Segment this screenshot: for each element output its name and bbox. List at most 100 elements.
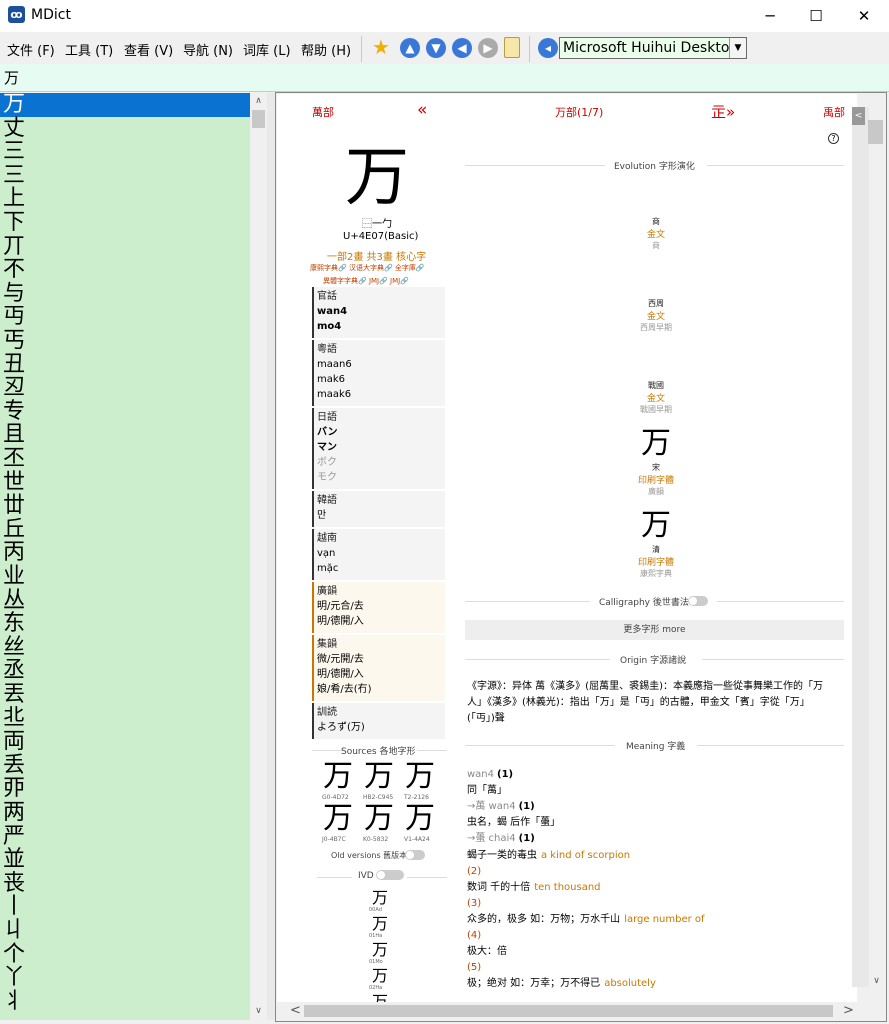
splitter[interactable]: [267, 93, 275, 1020]
source-glyph[interactable]: 万: [405, 762, 435, 792]
ivd-glyph[interactable]: 万: [372, 968, 388, 984]
calligraphy-toggle[interactable]: [688, 596, 708, 606]
word-list-item[interactable]: 丫: [0, 966, 250, 990]
prev-arrow-link[interactable]: «: [417, 100, 427, 120]
source-glyph[interactable]: 万: [323, 804, 353, 834]
word-list-item[interactable]: 丒: [0, 376, 250, 400]
word-list-item[interactable]: 丣: [0, 777, 250, 801]
content-scrollbar[interactable]: [852, 107, 869, 987]
word-list-item[interactable]: 与: [0, 282, 250, 306]
menu-library[interactable]: 词库 (L): [243, 40, 291, 59]
word-list-item[interactable]: 丧: [0, 872, 250, 896]
word-list-item[interactable]: 万: [0, 93, 250, 117]
clipboard-icon[interactable]: [504, 37, 520, 58]
word-list-item[interactable]: 两: [0, 801, 250, 825]
word-list-item[interactable]: 三: [0, 140, 250, 164]
back-icon[interactable]: ◀: [452, 38, 472, 58]
word-list-item[interactable]: 专: [0, 400, 250, 424]
word-list-item[interactable]: 丕: [0, 447, 250, 471]
ivd-glyph[interactable]: 万: [372, 942, 388, 958]
chevron-down-icon[interactable]: ▼: [729, 38, 746, 58]
menu-navigate[interactable]: 导航 (N): [183, 40, 233, 59]
word-list-item[interactable]: 丙: [0, 541, 250, 565]
source-code: T2-2126: [404, 794, 429, 801]
next-arrow-link[interactable]: 㱏»: [711, 101, 735, 122]
source-glyph[interactable]: 万: [323, 762, 353, 792]
forward-icon[interactable]: ▶: [478, 38, 498, 58]
collapse-icon[interactable]: <: [852, 107, 865, 125]
word-list-item[interactable]: 並: [0, 848, 250, 872]
scroll-thumb[interactable]: [252, 110, 265, 128]
content-scroll-thumb[interactable]: [868, 120, 883, 144]
evolution-glyph[interactable]: 万: [626, 428, 686, 462]
menu-help[interactable]: 帮助 (H): [301, 40, 351, 59]
h-scroll-thumb[interactable]: [304, 1005, 833, 1017]
word-list-item[interactable]: 世: [0, 471, 250, 495]
ivd-toggle[interactable]: [376, 870, 404, 880]
word-list-item[interactable]: 丨: [0, 895, 250, 919]
word-list-item[interactable]: 丗: [0, 494, 250, 518]
scroll-right-icon[interactable]: >: [843, 1003, 854, 1018]
word-list-item[interactable]: 丢: [0, 754, 250, 778]
search-input[interactable]: 万: [4, 67, 19, 88]
word-list-scrollbar[interactable]: [250, 93, 267, 1020]
word-list-item[interactable]: 丏: [0, 305, 250, 329]
source-glyph[interactable]: 万: [364, 762, 394, 792]
prev-radical-link[interactable]: 萬部: [312, 104, 334, 120]
word-list-item[interactable]: 丛: [0, 589, 250, 613]
old-versions-toggle[interactable]: [405, 850, 425, 860]
ivd-glyph[interactable]: 万: [372, 916, 388, 932]
evolution-glyph[interactable]: 𠀁: [626, 346, 686, 380]
evolution-glyph[interactable]: 𠀁: [626, 182, 686, 216]
word-list-item[interactable]: 三: [0, 164, 250, 188]
word-list-item[interactable]: 上: [0, 187, 250, 211]
arrow-up-icon[interactable]: ▲: [400, 38, 420, 58]
scroll-up-icon[interactable]: ∧: [250, 96, 267, 106]
scroll-down-icon[interactable]: ∨: [868, 976, 885, 986]
word-list-item[interactable]: 丠: [0, 707, 250, 731]
speaker-icon[interactable]: ◂: [538, 38, 558, 58]
voice-select[interactable]: Microsoft Huihui Desktop -: [559, 37, 747, 59]
word-list-item[interactable]: 东: [0, 612, 250, 636]
ivd-glyph[interactable]: 万: [372, 994, 388, 1002]
word-list-item[interactable]: 丝: [0, 636, 250, 660]
dictionary-links[interactable]: 康熙字典🔗 汉语大字典🔗 全字庫🔗: [310, 263, 425, 273]
word-list-item[interactable]: 丘: [0, 518, 250, 542]
source-glyph[interactable]: 万: [405, 804, 435, 834]
word-list-item[interactable]: 且: [0, 423, 250, 447]
dictionary-links-2[interactable]: 異體字字典🔗 JMJ🔗 JMJ🔗: [323, 276, 409, 286]
word-list-item[interactable]: 不: [0, 258, 250, 282]
word-list-item[interactable]: 业: [0, 565, 250, 589]
menu-view[interactable]: 查看 (V): [124, 40, 173, 59]
help-icon[interactable]: ?: [828, 133, 839, 144]
word-list-item[interactable]: 丞: [0, 659, 250, 683]
word-list-item[interactable]: 丟: [0, 683, 250, 707]
maximize-button[interactable]: ☐: [793, 0, 839, 32]
word-list-item[interactable]: 丈: [0, 117, 250, 141]
arrow-down-icon[interactable]: ▼: [426, 38, 446, 58]
favorite-star-icon[interactable]: ★: [372, 35, 390, 59]
minimize-button[interactable]: ─: [747, 0, 793, 32]
source-glyph[interactable]: 万: [364, 804, 394, 834]
ivd-glyph[interactable]: 万: [372, 890, 388, 906]
word-list-item[interactable]: 严: [0, 825, 250, 849]
scroll-down-icon[interactable]: ∨: [250, 1006, 267, 1016]
word-list-item[interactable]: 両: [0, 730, 250, 754]
menu-file[interactable]: 文件 (F): [7, 40, 55, 59]
word-list-item[interactable]: 下: [0, 211, 250, 235]
word-list-item[interactable]: 丑: [0, 353, 250, 377]
menu-tools[interactable]: 工具 (T): [65, 40, 113, 59]
meaning-line: (3): [467, 896, 481, 912]
evolution-glyph[interactable]: 万: [626, 510, 686, 544]
more-glyphs-button[interactable]: 更多字形 more: [465, 620, 844, 640]
word-list-item[interactable]: 丐: [0, 329, 250, 353]
word-list-item[interactable]: 个: [0, 943, 250, 967]
evolution-glyph[interactable]: 𠀁: [626, 264, 686, 298]
word-list-item[interactable]: 丌: [0, 235, 250, 259]
word-list[interactable]: 万丈三三上下丌不与丏丐丑丒专且丕世丗丘丙业丛东丝丞丟丠両丢丣两严並丧丨丩个丫丬: [0, 93, 250, 1020]
next-radical-link[interactable]: 禹部: [823, 104, 845, 120]
scroll-left-icon[interactable]: <: [290, 1003, 301, 1018]
word-list-item[interactable]: 丩: [0, 919, 250, 943]
close-button[interactable]: ✕: [841, 0, 887, 32]
word-list-item[interactable]: 丬: [0, 990, 250, 1014]
